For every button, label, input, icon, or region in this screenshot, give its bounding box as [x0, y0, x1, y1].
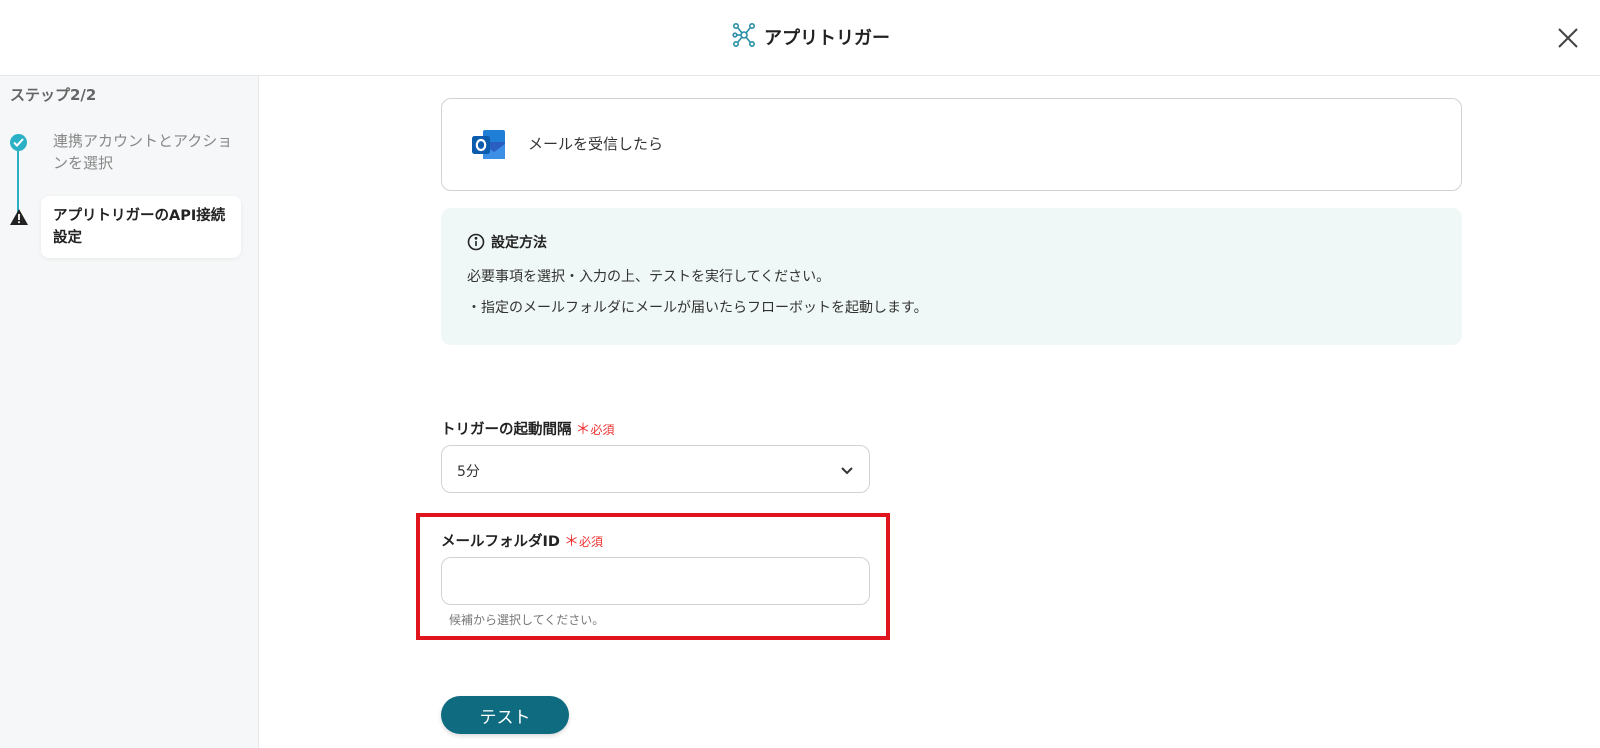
test-button[interactable]: テスト	[441, 696, 569, 734]
step-1-label[interactable]: 連携アカウントとアクションを選択	[53, 130, 233, 174]
info-text-2: ・指定のメールフォルダにメールが届いたらフローボットを起動します。	[467, 300, 928, 316]
info-heading: 設定方法	[467, 232, 547, 252]
info-heading-text: 設定方法	[491, 235, 547, 251]
header-title: アプリトリガー	[732, 22, 890, 52]
interval-label: トリガーの起動間隔 ＊必須	[441, 418, 615, 439]
info-box: 設定方法 必要事項を選択・入力の上、テストを実行してください。 ・指定のメールフ…	[441, 208, 1462, 345]
folder-id-hint: 候補から選択してください。	[449, 613, 605, 627]
folder-id-label-text: メールフォルダID	[441, 534, 560, 550]
step-count: ステップ2/2	[10, 86, 97, 104]
warning-triangle-icon	[10, 209, 28, 225]
close-icon	[1558, 28, 1578, 48]
trigger-network-icon	[732, 22, 756, 52]
info-icon	[467, 233, 485, 251]
trigger-app-card: メールを受信したら	[441, 98, 1462, 191]
check-circle-icon	[10, 134, 27, 151]
header-title-text: アプリトリガー	[764, 28, 890, 49]
required-badge: ＊必須	[563, 532, 603, 550]
chevron-down-icon	[841, 467, 853, 475]
step-sidebar: ステップ2/2 連携アカウントとアクションを選択 アプリトリガーのAPI接続設定	[0, 76, 259, 748]
folder-id-label: メールフォルダID ＊必須	[441, 530, 603, 551]
interval-label-text: トリガーの起動間隔	[441, 422, 572, 438]
interval-select[interactable]: 5分	[441, 445, 870, 493]
required-badge: ＊必須	[575, 420, 615, 438]
step-2-label: アプリトリガーのAPI接続設定	[53, 208, 226, 246]
trigger-name: メールを受信したら	[528, 135, 664, 153]
modal-header: アプリトリガー	[0, 0, 1600, 76]
interval-select-value: 5分	[457, 464, 480, 480]
close-button[interactable]	[1553, 23, 1583, 53]
outlook-icon	[471, 128, 507, 166]
folder-id-input[interactable]	[441, 557, 870, 605]
step-2-card[interactable]: アプリトリガーのAPI接続設定	[41, 196, 241, 258]
info-text-1: 必要事項を選択・入力の上、テストを実行してください。	[467, 269, 831, 285]
